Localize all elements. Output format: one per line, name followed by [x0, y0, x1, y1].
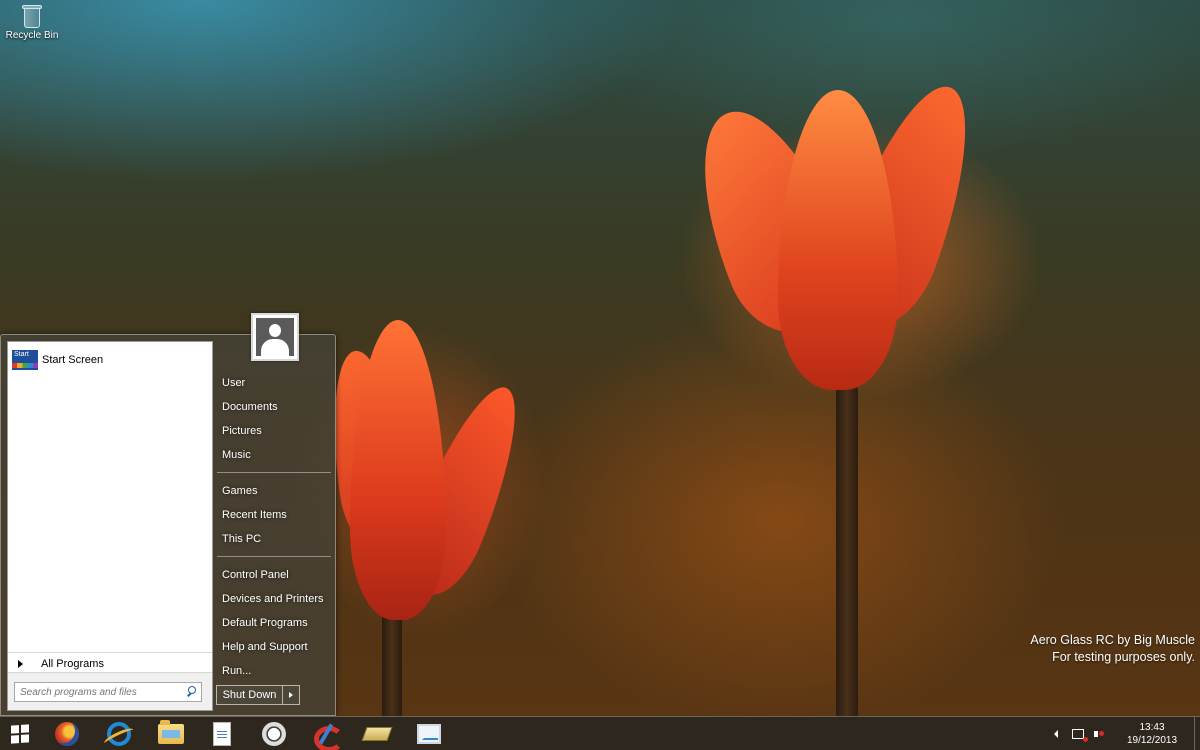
show-hidden-icons-arrow-icon[interactable] — [1054, 730, 1058, 738]
clock[interactable]: 13:43 19/12/2013 — [1122, 721, 1182, 747]
search-icon[interactable] — [183, 683, 201, 701]
watermark-line-2: For testing purposes only. — [1052, 650, 1195, 664]
taskbar-file-explorer[interactable] — [151, 720, 191, 748]
document-icon — [213, 722, 231, 746]
media-player-icon — [262, 722, 286, 746]
start-menu-places-pane: User Documents Pictures Music Games Rece… — [217, 371, 331, 683]
all-programs-arrow-icon — [18, 659, 23, 668]
start-screen-icon: Start — [12, 350, 38, 370]
place-help-and-support[interactable]: Help and Support — [217, 635, 331, 659]
shutdown-control: Shut Down — [216, 685, 300, 705]
volume-muted-icon[interactable] — [1094, 728, 1106, 740]
windows-start-icon — [11, 724, 29, 744]
place-this-pc[interactable]: This PC — [217, 527, 331, 551]
search-area — [8, 672, 212, 710]
taskbar-document[interactable] — [202, 720, 242, 748]
watermark-line-1: Aero Glass RC by Big Muscle — [1030, 633, 1195, 647]
shutdown-button[interactable]: Shut Down — [217, 686, 283, 704]
firefox-icon — [55, 722, 79, 746]
network-icon[interactable] — [1072, 729, 1088, 742]
taskbar-internet-explorer[interactable] — [99, 720, 139, 748]
monitor-icon — [417, 724, 441, 744]
all-programs-button[interactable]: All Programs — [8, 652, 212, 674]
start-screen-item[interactable]: Start Start Screen — [12, 350, 103, 370]
place-music[interactable]: Music — [217, 443, 331, 467]
aero-glass-watermark: Aero Glass RC by Big Muscle For testing … — [1030, 632, 1195, 666]
taskbar-monitor[interactable] — [409, 720, 449, 748]
shutdown-options-button[interactable] — [283, 686, 299, 704]
start-menu: Start Start Screen All Programs User Doc… — [0, 313, 336, 716]
drive-icon — [361, 727, 393, 741]
place-run[interactable]: Run... — [217, 659, 331, 683]
taskbar-media-player[interactable] — [254, 720, 294, 748]
all-programs-label: All Programs — [41, 657, 104, 670]
taskbar-firefox[interactable] — [47, 720, 87, 748]
taskbar: 13:43 19/12/2013 — [0, 716, 1200, 750]
taskbar-drive[interactable] — [357, 720, 397, 748]
recycle-bin-desktop-icon[interactable]: Recycle Bin — [4, 4, 60, 50]
place-user[interactable]: User — [217, 371, 331, 395]
start-menu-programs-pane: Start Start Screen All Programs — [7, 341, 213, 711]
place-pictures[interactable]: Pictures — [217, 419, 331, 443]
place-recent-items[interactable]: Recent Items — [217, 503, 331, 527]
recycle-bin-icon — [21, 4, 43, 28]
chevron-right-icon — [289, 692, 293, 698]
ccleaner-icon — [312, 722, 344, 750]
places-separator — [217, 551, 331, 557]
internet-explorer-icon — [107, 722, 131, 746]
place-games[interactable]: Games — [217, 479, 331, 503]
recycle-bin-label: Recycle Bin — [5, 30, 59, 41]
places-separator — [217, 467, 331, 473]
user-avatar-icon — [256, 318, 294, 356]
place-control-panel[interactable]: Control Panel — [217, 563, 331, 587]
user-picture[interactable] — [251, 313, 299, 361]
start-button[interactable] — [0, 720, 40, 748]
place-documents[interactable]: Documents — [217, 395, 331, 419]
file-explorer-icon — [158, 720, 184, 744]
show-desktop-button[interactable] — [1194, 717, 1200, 750]
clock-date: 19/12/2013 — [1126, 735, 1178, 746]
system-tray: 13:43 19/12/2013 — [1054, 717, 1200, 750]
place-devices-and-printers[interactable]: Devices and Printers — [217, 587, 331, 611]
search-box[interactable] — [14, 682, 202, 702]
taskbar-ccleaner[interactable] — [305, 720, 345, 750]
clock-time: 13:43 — [1139, 722, 1165, 733]
start-screen-label: Start Screen — [42, 354, 104, 366]
search-input[interactable] — [15, 683, 183, 701]
place-default-programs[interactable]: Default Programs — [217, 611, 331, 635]
